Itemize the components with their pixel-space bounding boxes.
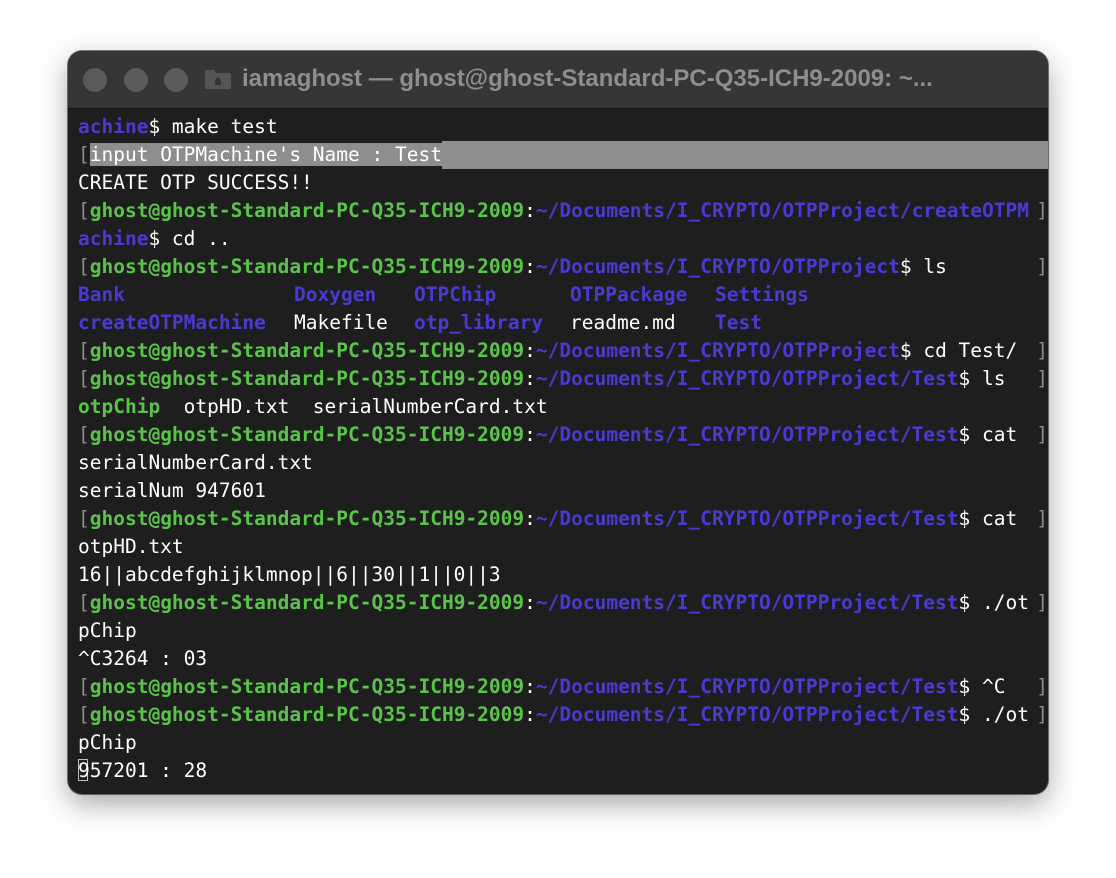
terminal-line: [input OTPMachine's Name : Test ]	[78, 141, 1048, 169]
title-bar[interactable]: iamaghost — ghost@ghost-Standard-PC-Q35-…	[68, 51, 1048, 109]
ls-entry-dir: otp_library	[414, 311, 544, 334]
terminal-line: [ghost@ghost-Standard-PC-Q35-ICH9-2009:~…	[78, 591, 1048, 614]
terminal-line: achine$ cd ..	[78, 227, 231, 250]
terminal-line: 16||abcdefghijklmnop||6||30||1||0||3	[78, 563, 501, 586]
ls-entry-dir: OTPPackage	[570, 283, 688, 306]
ls-output-row: Bank Doxygen OTPChip OTPPackage Settings	[78, 281, 1048, 309]
terminal-line: achine$ make test	[78, 115, 278, 138]
terminal-line: CREATE OTP SUCCESS!!	[78, 171, 313, 194]
ls-entry-dir: OTPChip	[414, 283, 497, 306]
ls-entry-dir: Doxygen	[294, 283, 377, 306]
terminal-line: [ghost@ghost-Standard-PC-Q35-ICH9-2009:~…	[78, 423, 1048, 446]
terminal-line: [ghost@ghost-Standard-PC-Q35-ICH9-2009:~…	[78, 507, 1048, 530]
ls-entry-dir: Settings	[715, 283, 809, 306]
terminal-line: pChip	[78, 619, 137, 642]
terminal-line: [ghost@ghost-Standard-PC-Q35-ICH9-2009:~…	[78, 255, 1048, 278]
zoom-window-button[interactable]	[164, 68, 188, 92]
terminal-line: 957201 : 28	[78, 759, 208, 782]
terminal-line: [ghost@ghost-Standard-PC-Q35-ICH9-2009:~…	[78, 675, 1048, 698]
terminal-output[interactable]: achine$ make test [input OTPMachine's Na…	[78, 113, 1048, 794]
ls-entry-dir: Bank	[78, 283, 125, 306]
terminal-line: pChip	[78, 731, 137, 754]
terminal-line: serialNumberCard.txt	[78, 451, 313, 474]
ls-output-row: createOTPMachine Makefile otp_library readm…	[78, 309, 1048, 337]
terminal-line: otpHD.txt	[78, 535, 184, 558]
ls-entry-dir: Test	[715, 311, 762, 334]
ls-entry-file: Makefile	[294, 311, 388, 334]
terminal-line: [ghost@ghost-Standard-PC-Q35-ICH9-2009:~…	[78, 339, 1048, 362]
folder-icon	[204, 68, 232, 90]
ls-entry-dir: createOTPMachine	[78, 311, 266, 334]
ls-entry-file: readme.md	[570, 311, 676, 334]
window-title: iamaghost — ghost@ghost-Standard-PC-Q35-…	[242, 65, 933, 92]
terminal-line: [ghost@ghost-Standard-PC-Q35-ICH9-2009:~…	[78, 367, 1048, 390]
terminal-window: iamaghost — ghost@ghost-Standard-PC-Q35-…	[68, 51, 1048, 794]
terminal-line: serialNum 947601	[78, 479, 266, 502]
highlighted-selection: input OTPMachine's Name : Test	[89, 143, 442, 166]
close-window-button[interactable]	[83, 68, 107, 92]
ls-entry-executable: otpChip	[78, 395, 161, 418]
terminal-line: ^C3264 : 03	[78, 647, 208, 670]
ls-output-row: otpChip otpHD.txt serialNumberCard.txt	[78, 395, 548, 418]
minimize-window-button[interactable]	[124, 68, 148, 92]
terminal-line: [ghost@ghost-Standard-PC-Q35-ICH9-2009:~…	[78, 199, 1048, 222]
terminal-line: [ghost@ghost-Standard-PC-Q35-ICH9-2009:~…	[78, 703, 1048, 726]
